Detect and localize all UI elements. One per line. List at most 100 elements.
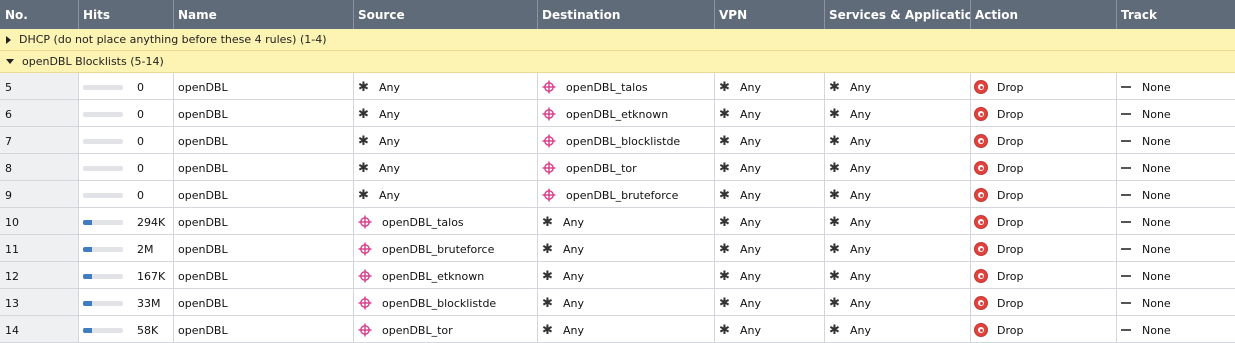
rule-services-cell[interactable]: ✱ Any: [825, 289, 971, 315]
column-header-source[interactable]: Source: [354, 0, 538, 29]
rule-row-11[interactable]: 11 2M openDBL openDBL_bruteforce ✱ Any ✱…: [0, 235, 1235, 262]
rule-row-13[interactable]: 13 33M openDBL openDBL_blocklistde ✱ Any…: [0, 289, 1235, 316]
rule-source-cell[interactable]: openDBL_tor: [354, 316, 538, 342]
rule-track-cell[interactable]: None: [1117, 127, 1235, 153]
rule-row-8[interactable]: 8 0 openDBL ✱ Any openDBL_tor ✱ Any ✱ An…: [0, 154, 1235, 181]
rule-name[interactable]: openDBL: [174, 100, 354, 126]
rule-track-cell[interactable]: None: [1117, 208, 1235, 234]
rule-action-cell[interactable]: Drop: [971, 316, 1117, 342]
column-header-action[interactable]: Action: [971, 0, 1117, 29]
rule-track-cell[interactable]: None: [1117, 100, 1235, 126]
column-header-track[interactable]: Track: [1117, 0, 1235, 29]
rule-track-cell[interactable]: None: [1117, 235, 1235, 261]
rule-action-cell[interactable]: Drop: [971, 181, 1117, 207]
rule-name[interactable]: openDBL: [174, 235, 354, 261]
rule-action-cell[interactable]: Drop: [971, 154, 1117, 180]
rule-destination-cell[interactable]: openDBL_talos: [538, 73, 715, 99]
rule-source-cell[interactable]: ✱ Any: [354, 73, 538, 99]
rule-row-6[interactable]: 6 0 openDBL ✱ Any openDBL_etknown ✱ Any …: [0, 100, 1235, 127]
rule-track-cell[interactable]: None: [1117, 154, 1235, 180]
rule-destination-cell[interactable]: ✱ Any: [538, 262, 715, 288]
rule-name[interactable]: openDBL: [174, 181, 354, 207]
rule-name[interactable]: openDBL: [174, 154, 354, 180]
rule-vpn-cell[interactable]: ✱ Any: [715, 316, 825, 342]
rule-name[interactable]: openDBL: [174, 73, 354, 99]
rule-destination-cell[interactable]: ✱ Any: [538, 316, 715, 342]
column-header-destination[interactable]: Destination: [538, 0, 715, 29]
rule-source-cell[interactable]: ✱ Any: [354, 127, 538, 153]
rule-vpn-cell[interactable]: ✱ Any: [715, 73, 825, 99]
rule-destination-cell[interactable]: openDBL_bruteforce: [538, 181, 715, 207]
rule-action-cell[interactable]: Drop: [971, 100, 1117, 126]
rule-row-9[interactable]: 9 0 openDBL ✱ Any openDBL_bruteforce ✱ A…: [0, 181, 1235, 208]
rule-source-cell[interactable]: openDBL_etknown: [354, 262, 538, 288]
rule-row-7[interactable]: 7 0 openDBL ✱ Any openDBL_blocklistde ✱ …: [0, 127, 1235, 154]
drop-icon: [975, 243, 987, 255]
rule-destination-cell[interactable]: ✱ Any: [538, 208, 715, 234]
rule-vpn-cell[interactable]: ✱ Any: [715, 127, 825, 153]
rule-action-cell[interactable]: Drop: [971, 235, 1117, 261]
rule-action-cell[interactable]: Drop: [971, 208, 1117, 234]
any-icon: ✱: [542, 295, 553, 311]
column-header-services[interactable]: Services & Applications: [825, 0, 971, 29]
rule-services-cell[interactable]: ✱ Any: [825, 73, 971, 99]
rule-vpn-cell[interactable]: ✱ Any: [715, 100, 825, 126]
rule-track-cell[interactable]: None: [1117, 181, 1235, 207]
rule-number: 5: [0, 73, 79, 99]
rule-services-cell[interactable]: ✱ Any: [825, 262, 971, 288]
rule-source-cell[interactable]: ✱ Any: [354, 154, 538, 180]
rule-track: None: [1142, 215, 1171, 229]
column-header-vpn[interactable]: VPN: [715, 0, 825, 29]
rule-track-cell[interactable]: None: [1117, 316, 1235, 342]
rule-destination-cell[interactable]: openDBL_tor: [538, 154, 715, 180]
rule-track-cell[interactable]: None: [1117, 73, 1235, 99]
rule-track-cell[interactable]: None: [1117, 289, 1235, 315]
hits-bar-fill: [83, 327, 92, 333]
rule-services-cell[interactable]: ✱ Any: [825, 181, 971, 207]
section-header-opendbl[interactable]: openDBL Blocklists (5-14): [0, 51, 1235, 73]
rule-source: openDBL_tor: [382, 323, 453, 337]
rule-services-cell[interactable]: ✱ Any: [825, 208, 971, 234]
column-header-name[interactable]: Name: [174, 0, 354, 29]
rule-row-5[interactable]: 5 0 openDBL ✱ Any openDBL_talos ✱ Any ✱ …: [0, 73, 1235, 100]
rule-vpn-cell[interactable]: ✱ Any: [715, 289, 825, 315]
rule-source-cell[interactable]: openDBL_talos: [354, 208, 538, 234]
expand-arrow-icon[interactable]: [6, 35, 11, 44]
rule-services-cell[interactable]: ✱ Any: [825, 100, 971, 126]
collapse-arrow-icon[interactable]: [6, 59, 14, 64]
rule-name[interactable]: openDBL: [174, 316, 354, 342]
rule-name[interactable]: openDBL: [174, 289, 354, 315]
rule-vpn-cell[interactable]: ✱ Any: [715, 208, 825, 234]
rule-vpn: Any: [740, 161, 762, 175]
rule-vpn-cell[interactable]: ✱ Any: [715, 154, 825, 180]
rule-vpn-cell[interactable]: ✱ Any: [715, 181, 825, 207]
rule-action-cell[interactable]: Drop: [971, 127, 1117, 153]
rule-track-cell[interactable]: None: [1117, 262, 1235, 288]
rule-action-cell[interactable]: Drop: [971, 289, 1117, 315]
rule-services-cell[interactable]: ✱ Any: [825, 154, 971, 180]
hits-count: 167K: [137, 269, 166, 283]
rule-vpn-cell[interactable]: ✱ Any: [715, 262, 825, 288]
column-header-no[interactable]: No.: [0, 0, 79, 29]
rule-destination-cell[interactable]: openDBL_etknown: [538, 100, 715, 126]
rule-source-cell[interactable]: ✱ Any: [354, 181, 538, 207]
rule-row-12[interactable]: 12 167K openDBL openDBL_etknown ✱ Any ✱ …: [0, 262, 1235, 289]
rule-source-cell[interactable]: openDBL_blocklistde: [354, 289, 538, 315]
rule-action-cell[interactable]: Drop: [971, 262, 1117, 288]
rule-source-cell[interactable]: ✱ Any: [354, 100, 538, 126]
column-header-hits[interactable]: Hits: [79, 0, 174, 29]
rule-source-cell[interactable]: openDBL_bruteforce: [354, 235, 538, 261]
rule-row-10[interactable]: 10 294K openDBL openDBL_talos ✱ Any ✱ An…: [0, 208, 1235, 235]
rule-vpn-cell[interactable]: ✱ Any: [715, 235, 825, 261]
rule-services-cell[interactable]: ✱ Any: [825, 316, 971, 342]
section-header-dhcp[interactable]: DHCP (do not place anything before these…: [0, 29, 1235, 51]
rule-action-cell[interactable]: Drop: [971, 73, 1117, 99]
rule-destination-cell[interactable]: openDBL_blocklistde: [538, 127, 715, 153]
rule-name[interactable]: openDBL: [174, 127, 354, 153]
rule-services-cell[interactable]: ✱ Any: [825, 235, 971, 261]
rule-destination-cell[interactable]: ✱ Any: [538, 289, 715, 315]
rule-name[interactable]: openDBL: [174, 262, 354, 288]
rule-destination-cell[interactable]: ✱ Any: [538, 235, 715, 261]
rule-name[interactable]: openDBL: [174, 208, 354, 234]
rule-services-cell[interactable]: ✱ Any: [825, 127, 971, 153]
